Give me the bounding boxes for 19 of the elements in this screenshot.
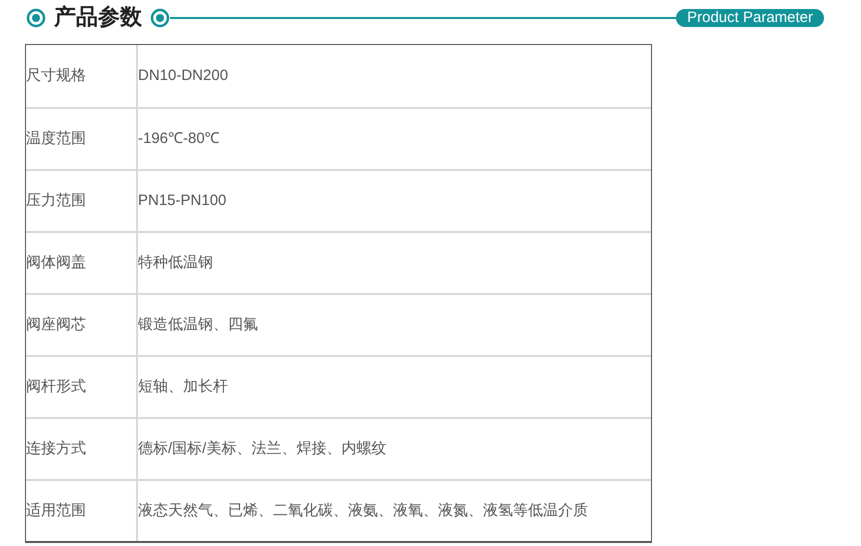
table-cell: 适用范围 <box>26 481 138 541</box>
table-cell: 连接方式 <box>26 419 138 479</box>
table-cell-text: -196℃-80℃ <box>138 128 221 149</box>
table-cell-text: PN15-PN100 <box>138 190 228 211</box>
table-cell: 阀体阀盖 <box>26 233 138 293</box>
table-cell-text: DN10-DN200 <box>138 66 230 86</box>
table-cell-text: 液态天然气、已烯、二氧化碳、液氨、液氧、液氮、液氢等低温介质 <box>138 500 589 521</box>
target-icon <box>26 8 46 28</box>
table-cell: 阀杆形式 <box>26 357 138 417</box>
section-title: 产品参数 <box>54 7 142 29</box>
table-cell-text: 特种低温钢 <box>138 252 214 273</box>
table-cell-text: 短轴、加长杆 <box>138 376 229 397</box>
table-cell: 尺寸规格 <box>26 45 138 107</box>
table-cell: 压力范围 <box>26 171 138 231</box>
table-cell: 阀座阀芯 <box>26 295 138 355</box>
table-cell: 温度范围 <box>26 109 138 169</box>
table-cell-text: 德标/国标/美标、法兰、焊接、内螺纹 <box>138 438 388 459</box>
section-badge: Product Parameter <box>676 9 824 27</box>
table-cell-text: 锻造低温钢、四氟 <box>138 314 259 335</box>
